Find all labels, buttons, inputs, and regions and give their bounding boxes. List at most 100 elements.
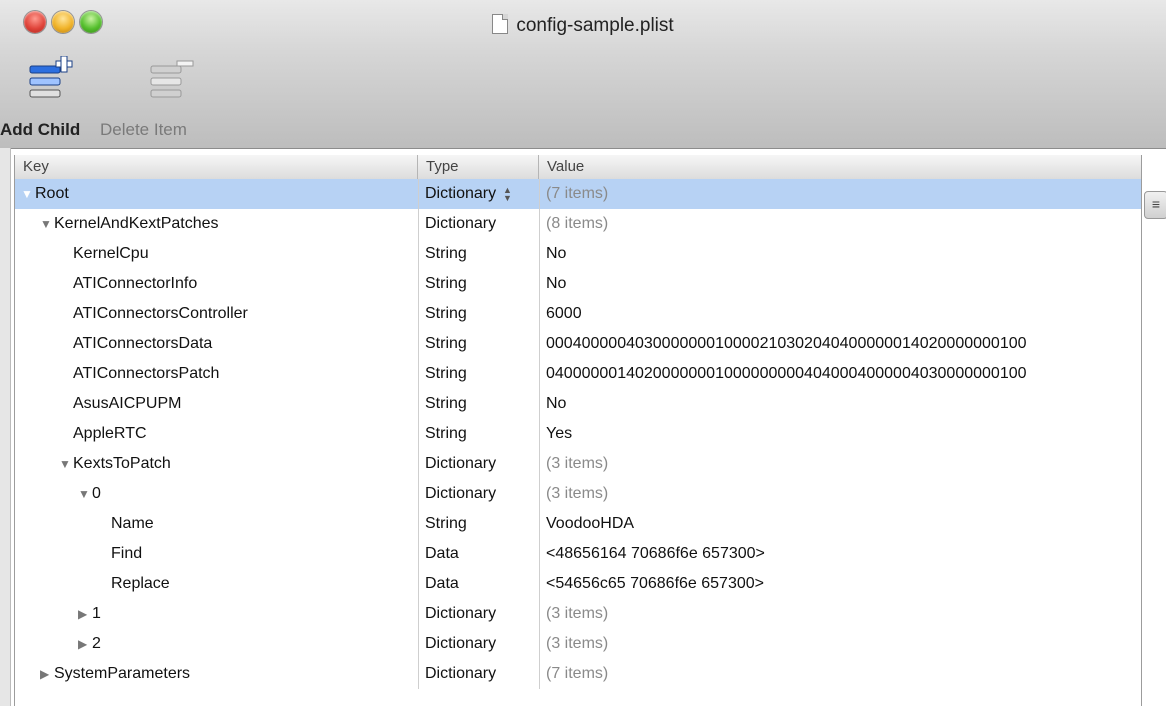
row-key-cell[interactable]: AppleRTC: [15, 419, 418, 449]
table-row[interactable]: ATIConnectorsPatch String 0400000014020000…: [15, 359, 1141, 389]
table-row[interactable]: ▶ 2 Dictionary (3 items): [15, 629, 1141, 659]
row-type-cell[interactable]: String: [418, 359, 539, 389]
row-value-text: (3 items): [546, 455, 609, 472]
row-value-cell[interactable]: <48656164 70686f6e 657300>: [539, 539, 1139, 569]
table-row[interactable]: Name String VoodooHDA: [15, 509, 1141, 539]
row-type-cell[interactable]: String: [418, 419, 539, 449]
row-type-text: Dictionary: [425, 485, 497, 502]
row-key-cell[interactable]: ▼ 0: [15, 479, 418, 509]
table-row[interactable]: KernelCpu String No: [15, 239, 1141, 269]
disclosure-open-icon[interactable]: ▼: [59, 449, 73, 479]
disclosure-closed-icon[interactable]: ▶: [78, 599, 92, 629]
table-row[interactable]: ATIConnectorsController String 6000: [15, 299, 1141, 329]
column-header-key[interactable]: Key: [15, 155, 418, 179]
row-key-cell[interactable]: ATIConnectorsData: [15, 329, 418, 359]
disclosure-closed-icon[interactable]: ▶: [78, 629, 92, 659]
row-key-cell[interactable]: Find: [15, 539, 418, 569]
row-value-text: No: [546, 275, 567, 292]
type-stepper-icon[interactable]: ▲ ▼: [503, 186, 513, 203]
row-value-cell[interactable]: Yes: [539, 419, 1139, 449]
row-key-cell[interactable]: Name: [15, 509, 418, 539]
plist-outline-table[interactable]: Key Type Value ▼ Root Dictionary (7 items) ▲…: [14, 155, 1142, 706]
column-header-value[interactable]: Value: [539, 155, 1141, 179]
table-row[interactable]: ▶ SystemParameters Dictionary (7 items): [15, 659, 1141, 689]
row-value-cell[interactable]: (3 items): [539, 449, 1139, 479]
add-child-icon: [29, 56, 73, 98]
row-type-text: String: [425, 365, 467, 382]
row-key-cell[interactable]: ▶ 2: [15, 629, 418, 659]
row-key-cell[interactable]: ▼ KernelAndKextPatches: [15, 209, 418, 239]
row-type-cell[interactable]: Dictionary: [418, 599, 539, 629]
row-value-cell[interactable]: 0004000004030000000100002103020404000000…: [539, 329, 1139, 359]
row-key-cell[interactable]: ATIConnectorInfo: [15, 269, 418, 299]
row-type-cell[interactable]: Dictionary: [418, 449, 539, 479]
row-value-cell[interactable]: (3 items): [539, 479, 1139, 509]
row-type-cell[interactable]: Dictionary: [418, 179, 539, 209]
row-value-cell[interactable]: No: [539, 239, 1139, 269]
row-value-cell[interactable]: (7 items): [539, 179, 1139, 209]
row-type-cell[interactable]: Data: [418, 569, 539, 599]
window-title: config-sample.plist: [0, 14, 1166, 37]
disclosure-open-icon[interactable]: ▼: [40, 209, 54, 239]
row-value-cell[interactable]: (3 items): [539, 629, 1139, 659]
row-type-text: Dictionary: [425, 635, 497, 652]
table-row[interactable]: AsusAICPUPM String No: [15, 389, 1141, 419]
row-value-cell[interactable]: VoodooHDA: [539, 509, 1139, 539]
row-value-cell[interactable]: 0400000014020000000100000000040400040000…: [539, 359, 1139, 389]
row-key-text: Replace: [111, 575, 170, 592]
row-key-text: Root: [35, 185, 69, 202]
disclosure-open-icon[interactable]: ▼: [21, 179, 35, 209]
row-type-cell[interactable]: String: [418, 329, 539, 359]
row-value-cell[interactable]: <54656c65 70686f6e 657300>: [539, 569, 1139, 599]
row-key-cell[interactable]: ATIConnectorsController: [15, 299, 418, 329]
row-key-cell[interactable]: ▶ 1: [15, 599, 418, 629]
row-type-text: Data: [425, 575, 459, 592]
table-row[interactable]: Replace Data <54656c65 70686f6e 657300>: [15, 569, 1141, 599]
row-value-text: 0400000014020000000100000000040400040000…: [546, 365, 1027, 382]
row-type-cell[interactable]: String: [418, 389, 539, 419]
table-row[interactable]: ▶ 1 Dictionary (3 items): [15, 599, 1141, 629]
row-options-button[interactable]: ≡: [1144, 191, 1166, 219]
row-value-cell[interactable]: (8 items): [539, 209, 1139, 239]
row-key-text: 0: [92, 485, 101, 502]
column-header-type[interactable]: Type: [418, 155, 539, 179]
row-key-text: KernelAndKextPatches: [54, 215, 219, 232]
row-key-text: AsusAICPUPM: [73, 395, 182, 412]
row-type-cell[interactable]: String: [418, 269, 539, 299]
row-type-text: String: [425, 335, 467, 352]
delete-item-label: Delete Item: [100, 120, 187, 139]
disclosure-open-icon[interactable]: ▼: [78, 479, 92, 509]
table-row[interactable]: ▼ Root Dictionary (7 items) ▲ ▼: [15, 179, 1141, 209]
row-value-cell[interactable]: No: [539, 389, 1139, 419]
table-row[interactable]: Find Data <48656164 70686f6e 657300>: [15, 539, 1141, 569]
row-type-cell[interactable]: Dictionary: [418, 209, 539, 239]
row-key-cell[interactable]: ▼ Root: [15, 179, 418, 209]
row-value-text: (8 items): [546, 215, 609, 232]
disclosure-closed-icon[interactable]: ▶: [40, 659, 54, 689]
row-key-cell[interactable]: ▼ KextsToPatch: [15, 449, 418, 479]
row-key-cell[interactable]: KernelCpu: [15, 239, 418, 269]
table-row[interactable]: ATIConnectorInfo String No: [15, 269, 1141, 299]
table-row[interactable]: ▼ KextsToPatch Dictionary (3 items): [15, 449, 1141, 479]
row-value-cell[interactable]: (7 items): [539, 659, 1139, 689]
row-type-cell[interactable]: String: [418, 509, 539, 539]
row-key-text: 1: [92, 605, 101, 622]
row-type-cell[interactable]: Dictionary: [418, 629, 539, 659]
row-type-cell[interactable]: String: [418, 239, 539, 269]
row-type-cell[interactable]: Data: [418, 539, 539, 569]
row-key-cell[interactable]: ATIConnectorsPatch: [15, 359, 418, 389]
row-type-cell[interactable]: String: [418, 299, 539, 329]
table-row[interactable]: ▼ 0 Dictionary (3 items): [15, 479, 1141, 509]
table-row[interactable]: AppleRTC String Yes: [15, 419, 1141, 449]
row-key-cell[interactable]: AsusAICPUPM: [15, 389, 418, 419]
row-value-text: <54656c65 70686f6e 657300>: [546, 575, 764, 592]
row-value-cell[interactable]: No: [539, 269, 1139, 299]
table-row[interactable]: ATIConnectorsData String 00040000040300000…: [15, 329, 1141, 359]
row-key-cell[interactable]: Replace: [15, 569, 418, 599]
row-type-cell[interactable]: Dictionary: [418, 479, 539, 509]
row-value-cell[interactable]: 6000: [539, 299, 1139, 329]
row-key-cell[interactable]: ▶ SystemParameters: [15, 659, 418, 689]
row-value-cell[interactable]: (3 items): [539, 599, 1139, 629]
table-row[interactable]: ▼ KernelAndKextPatches Dictionary (8 items): [15, 209, 1141, 239]
row-type-cell[interactable]: Dictionary: [418, 659, 539, 689]
